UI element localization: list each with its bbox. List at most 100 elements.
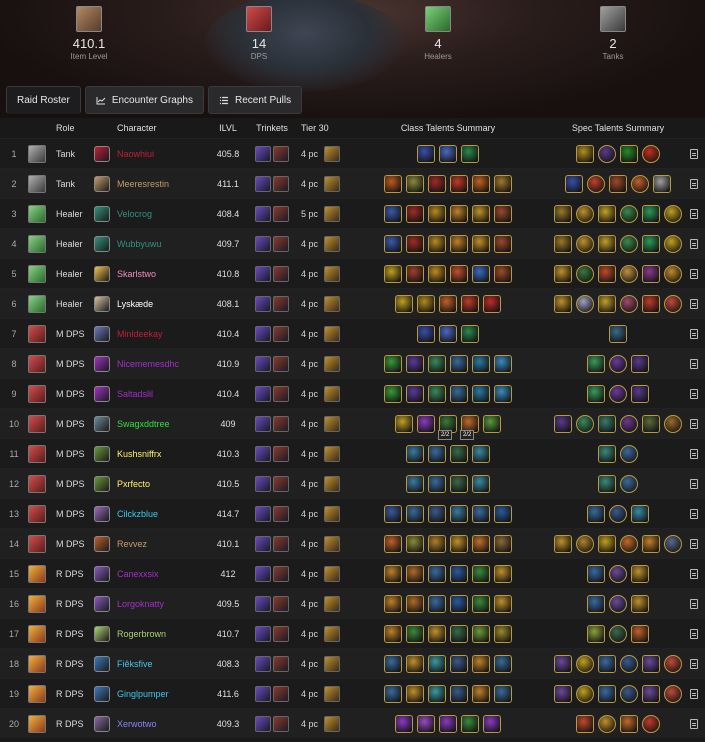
clipboard-icon[interactable] (690, 178, 698, 189)
clipboard-icon[interactable] (690, 148, 698, 159)
spec-talent-icon[interactable] (554, 204, 572, 223)
character-name[interactable]: Minldeekay (114, 329, 209, 339)
class-talent-icon[interactable] (406, 384, 424, 403)
class-talent-icon[interactable] (428, 354, 446, 373)
spec-talent-icon[interactable] (554, 294, 572, 313)
trinket-icon[interactable] (273, 625, 289, 642)
class-talent-icon[interactable] (494, 564, 512, 583)
spec-talent-icon[interactable] (554, 684, 572, 703)
trinket-icon[interactable] (273, 655, 289, 672)
table-row[interactable]: 14 M DPS Revvez 410.1 4 pc (0, 528, 705, 558)
class-talent-icon[interactable] (428, 234, 446, 253)
class-talent-icon[interactable] (384, 624, 402, 643)
spec-talent-icon[interactable] (664, 204, 682, 223)
tab-raid-roster[interactable]: Raid Roster (6, 86, 81, 114)
spec-talent-icon[interactable] (620, 144, 638, 163)
clipboard-icon[interactable] (690, 298, 698, 309)
spec-talent-icon[interactable] (587, 594, 605, 613)
spec-talent-icon[interactable] (631, 354, 649, 373)
table-row[interactable]: 19 R DPS Ginglpumper 411.6 4 pc (0, 678, 705, 708)
trinket-icon[interactable] (255, 235, 271, 252)
character-name[interactable]: Rogerbrown (114, 629, 209, 639)
spec-talent-icon[interactable] (642, 294, 660, 313)
spec-talent-icon[interactable] (598, 294, 616, 313)
table-row[interactable]: 3 Healer Velocrog 408.4 5 pc (0, 198, 705, 228)
spec-talent-icon[interactable] (631, 384, 649, 403)
class-talent-icon[interactable] (406, 474, 424, 493)
class-talent-icon[interactable] (472, 444, 490, 463)
class-talent-icon[interactable] (395, 714, 413, 733)
spec-talent-icon[interactable] (598, 444, 616, 463)
table-row[interactable]: 18 R DPS Fiêksfive 408.3 4 pc (0, 648, 705, 678)
class-talent-icon[interactable] (483, 294, 501, 313)
class-talent-icon[interactable] (494, 594, 512, 613)
spec-talent-icon[interactable] (609, 504, 627, 523)
class-talent-icon[interactable] (384, 264, 402, 283)
tab-encounter-graphs[interactable]: Encounter Graphs (84, 86, 204, 114)
class-talent-icon[interactable] (494, 684, 512, 703)
class-talent-icon[interactable] (472, 174, 490, 193)
class-talent-icon[interactable] (384, 684, 402, 703)
trinket-icon[interactable] (255, 685, 271, 702)
table-row[interactable]: 5 Healer Skarlstwo 410.8 4 pc (0, 258, 705, 288)
class-talent-icon[interactable] (450, 234, 468, 253)
tier-icon[interactable] (324, 625, 341, 642)
class-talent-icon[interactable] (406, 264, 424, 283)
clipboard-icon[interactable] (690, 328, 698, 339)
spec-talent-icon[interactable] (609, 594, 627, 613)
spec-talent-icon[interactable] (664, 654, 682, 673)
class-talent-icon[interactable] (428, 684, 446, 703)
table-row[interactable]: 20 R DPS Xerwotwo 409.3 4 pc (0, 708, 705, 738)
trinket-icon[interactable] (273, 325, 289, 342)
class-talent-icon[interactable] (428, 204, 446, 223)
trinket-icon[interactable] (273, 595, 289, 612)
spec-talent-icon[interactable] (598, 204, 616, 223)
class-talent-icon[interactable] (472, 624, 490, 643)
spec-talent-icon[interactable] (653, 174, 671, 193)
trinket-icon[interactable] (273, 685, 289, 702)
class-talent-icon[interactable] (428, 654, 446, 673)
class-talent-icon[interactable] (450, 264, 468, 283)
class-talent-icon[interactable] (384, 594, 402, 613)
table-row[interactable]: 6 Healer Lyskæde 408.1 4 pc (0, 288, 705, 318)
trinket-icon[interactable] (255, 625, 271, 642)
class-talent-icon[interactable] (472, 594, 490, 613)
clipboard-icon[interactable] (690, 598, 698, 609)
tier-icon[interactable] (324, 235, 341, 252)
character-name[interactable]: Ginglpumper (114, 689, 209, 699)
trinket-icon[interactable] (255, 355, 271, 372)
class-talent-icon[interactable] (384, 564, 402, 583)
class-talent-icon[interactable] (384, 174, 402, 193)
trinket-icon[interactable] (255, 295, 271, 312)
tier-icon[interactable] (324, 355, 341, 372)
tier-icon[interactable] (324, 655, 341, 672)
trinket-icon[interactable] (273, 445, 289, 462)
character-name[interactable]: Skarlstwo (114, 269, 209, 279)
class-talent-icon[interactable] (472, 354, 490, 373)
class-talent-icon[interactable] (472, 504, 490, 523)
clipboard-icon[interactable] (690, 568, 698, 579)
character-name[interactable]: Canexxsix (114, 569, 209, 579)
table-row[interactable]: 9 M DPS Saltadslil 410.4 4 pc (0, 378, 705, 408)
clipboard-icon[interactable] (690, 478, 698, 489)
class-talent-icon[interactable] (461, 324, 479, 343)
class-talent-icon[interactable] (439, 294, 457, 313)
spec-talent-icon[interactable] (620, 414, 638, 433)
trinket-icon[interactable] (255, 445, 271, 462)
spec-talent-icon[interactable] (664, 414, 682, 433)
tier-icon[interactable] (324, 415, 341, 432)
spec-talent-icon[interactable] (598, 714, 616, 733)
spec-talent-icon[interactable] (664, 534, 682, 553)
spec-talent-icon[interactable] (642, 234, 660, 253)
trinket-icon[interactable] (255, 415, 271, 432)
character-name[interactable]: Lyskæde (114, 299, 209, 309)
class-talent-icon[interactable] (384, 504, 402, 523)
spec-talent-icon[interactable] (620, 714, 638, 733)
spec-talent-icon[interactable] (576, 264, 594, 283)
spec-talent-icon[interactable] (664, 234, 682, 253)
spec-talent-icon[interactable] (642, 714, 660, 733)
trinket-icon[interactable] (273, 145, 289, 162)
spec-talent-icon[interactable] (609, 354, 627, 373)
class-talent-icon[interactable]: 2/2 (438, 414, 457, 440)
class-talent-icon[interactable] (417, 144, 435, 163)
